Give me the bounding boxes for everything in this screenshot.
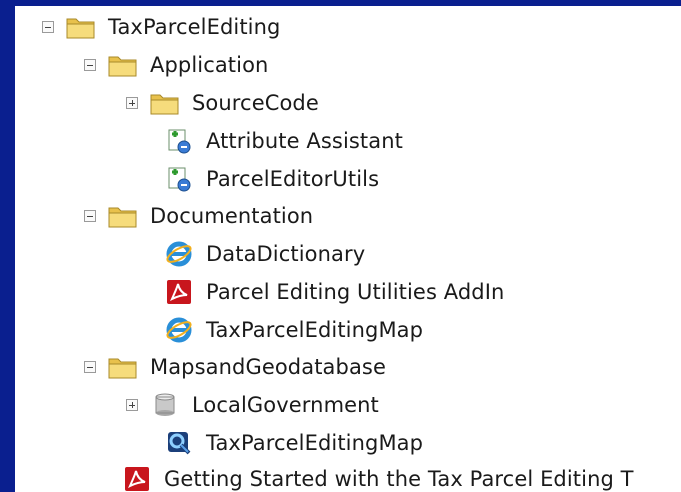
- internet-explorer-icon: [164, 240, 194, 268]
- addin-icon: [164, 127, 194, 155]
- tree-item-tax-parcel-editing-map-doc[interactable]: TaxParcelEditingMap: [164, 313, 423, 347]
- pdf-icon: [122, 465, 152, 492]
- tree-item-application[interactable]: Application: [84, 48, 268, 82]
- expand-toggle[interactable]: [126, 97, 138, 109]
- tree-item-label: LocalGovernment: [192, 393, 379, 417]
- folder-open-icon: [108, 202, 138, 230]
- tree-item-label: Parcel Editing Utilities AddIn: [206, 280, 505, 304]
- tree-item-label: Documentation: [150, 204, 314, 228]
- tree-item-label: Application: [150, 53, 269, 77]
- tree-item-maps-and-geodatabase[interactable]: MapsandGeodatabase: [84, 350, 386, 384]
- map-document-icon: [164, 429, 194, 457]
- tree-item-attribute-assistant[interactable]: Attribute Assistant: [164, 124, 403, 158]
- tree-item-parcel-editing-utilities-addin[interactable]: Parcel Editing Utilities AddIn: [164, 275, 504, 309]
- collapse-toggle[interactable]: [84, 361, 96, 373]
- expand-toggle[interactable]: [126, 399, 138, 411]
- tree-item-data-dictionary[interactable]: DataDictionary: [164, 237, 365, 271]
- tree-item-getting-started[interactable]: Getting Started with the Tax Parcel Edit…: [122, 462, 634, 492]
- addin-icon: [164, 165, 194, 193]
- internet-explorer-icon: [164, 316, 194, 344]
- tree-item-tax-parcel-editing[interactable]: TaxParcelEditing: [42, 10, 280, 44]
- collapse-toggle[interactable]: [42, 21, 54, 33]
- tree-item-label: Getting Started with the Tax Parcel Edit…: [164, 467, 634, 491]
- tree-item-documentation[interactable]: Documentation: [84, 199, 313, 233]
- tree-item-label: DataDictionary: [206, 242, 366, 266]
- tree-item-label: SourceCode: [192, 91, 319, 115]
- tree-item-label: Attribute Assistant: [206, 129, 403, 153]
- tree-item-label: MapsandGeodatabase: [150, 355, 386, 379]
- tree-panel: TaxParcelEditing Application SourceCode …: [15, 6, 681, 492]
- tree-item-parcel-editor-utils[interactable]: ParcelEditorUtils: [164, 162, 379, 196]
- collapse-toggle[interactable]: [84, 210, 96, 222]
- folder-open-icon: [108, 51, 138, 79]
- tree-item-label: TaxParcelEditingMap: [206, 431, 424, 455]
- geodatabase-icon: [150, 391, 180, 419]
- collapse-toggle[interactable]: [84, 59, 96, 71]
- folder-open-icon: [66, 13, 96, 41]
- tree-item-label: TaxParcelEditing: [108, 15, 281, 39]
- pdf-icon: [164, 278, 194, 306]
- folder-open-icon: [108, 353, 138, 381]
- folder-icon: [150, 89, 180, 117]
- tree-item-tax-parcel-editing-map-mxd[interactable]: TaxParcelEditingMap: [164, 426, 423, 460]
- tree-item-source-code[interactable]: SourceCode: [126, 86, 319, 120]
- tree-item-label: ParcelEditorUtils: [206, 167, 380, 191]
- tree-item-local-government[interactable]: LocalGovernment: [126, 388, 379, 422]
- tree-item-label: TaxParcelEditingMap: [206, 318, 424, 342]
